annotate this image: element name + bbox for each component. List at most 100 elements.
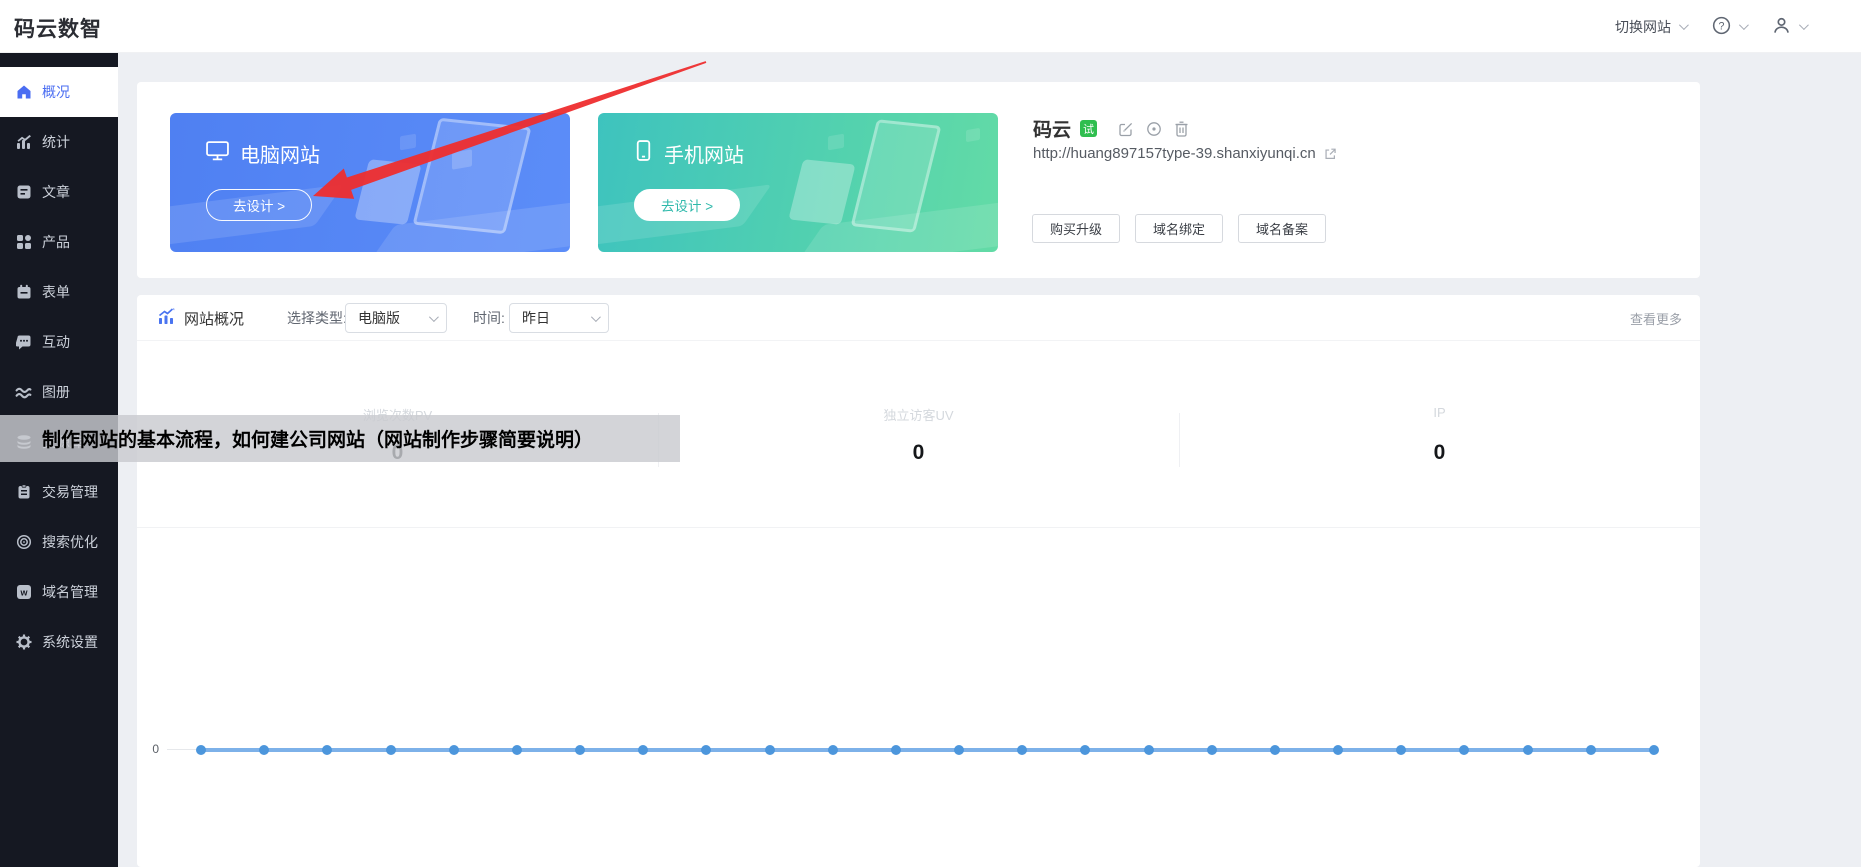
stat-divider <box>1179 413 1180 467</box>
sidebar-item-label: 表单 <box>42 284 70 300</box>
chart-point <box>575 745 586 755</box>
pc-design-button[interactable]: 去设计 > <box>206 189 313 221</box>
domain-w-icon: w <box>15 584 32 601</box>
chart-point <box>1459 745 1470 755</box>
svg-text:w: w <box>19 588 28 598</box>
sidebar-item-interaction[interactable]: 互动 <box>0 317 118 367</box>
sidebar-item-forms[interactable]: 表单 <box>0 267 118 317</box>
sidebar-item-overview[interactable]: 概况 <box>0 67 118 117</box>
overview-toolbar: 网站概况 选择类型: 电脑版 时间: 昨日 查看更多 <box>137 295 1700 341</box>
sidebar-item-stats[interactable]: 统计 <box>0 117 118 167</box>
mobile-design-button[interactable]: 去设计 > <box>634 189 741 221</box>
switch-site-label: 切换网站 <box>1615 18 1671 35</box>
pc-site-title: 电脑网站 <box>206 139 320 168</box>
target-icon <box>15 534 32 551</box>
time-select[interactable]: 昨日 <box>509 303 609 333</box>
bar-chart-icon <box>15 134 32 151</box>
chart-point <box>638 745 649 755</box>
sidebar-item-label: 系统设置 <box>42 634 98 650</box>
pc-site-card[interactable]: 电脑网站 去设计 > <box>170 113 570 252</box>
site-url-link[interactable]: http://huang897157type-39.shanxiyunqi.cn <box>1033 145 1337 162</box>
chevron-down-icon <box>428 311 439 322</box>
site-title-row: 码云 试 <box>1033 115 1189 142</box>
grid-icon <box>15 234 32 251</box>
form-icon <box>15 284 32 301</box>
upgrade-button[interactable]: 购买升级 <box>1032 214 1121 243</box>
bind-domain-button[interactable]: 域名绑定 <box>1135 214 1224 243</box>
sidebar-item-label: 交易管理 <box>42 484 98 500</box>
type-filter-label: 选择类型: <box>287 310 347 326</box>
chart-point <box>954 745 965 755</box>
card-decoration <box>400 133 416 151</box>
card-decoration <box>966 127 980 143</box>
chart-point <box>1585 745 1596 755</box>
switch-site-dropdown[interactable]: 切换网站 <box>1615 17 1689 37</box>
tooltip-text: 制作网站的基本流程，如何建公司网站（网站制作步骤简要说明） <box>42 430 594 451</box>
mobile-site-card[interactable]: 手机网站 去设计 > <box>598 113 998 252</box>
chat-icon <box>15 334 32 351</box>
card-decoration <box>452 149 472 170</box>
clipboard-icon <box>15 484 32 501</box>
document-icon <box>15 184 32 201</box>
dashboard-page: 码云数智 切换网站 ? 概况 统计 文章 产品 表单 互动 图册 交易管理 搜索… <box>0 0 1861 867</box>
site-name: 码云 <box>1033 120 1072 141</box>
chart-point <box>701 745 712 755</box>
sidebar-item-label: 图册 <box>42 384 70 400</box>
header-controls: 切换网站 ? <box>1615 0 1809 53</box>
sidebar-item-label: 产品 <box>42 234 70 250</box>
view-more-link[interactable]: 查看更多 <box>1630 295 1682 341</box>
sidebar-item-products[interactable]: 产品 <box>0 217 118 267</box>
external-link-icon <box>1325 148 1336 159</box>
sidebar-item-label: 搜索优化 <box>42 534 98 550</box>
delete-icon[interactable] <box>1174 121 1189 137</box>
chart-point <box>1143 745 1154 755</box>
chart-point <box>322 745 333 755</box>
sidebar-item-label: 概况 <box>42 84 70 100</box>
chart-point <box>1333 745 1344 755</box>
user-icon <box>1772 16 1791 38</box>
sidebar-item-domain[interactable]: w 域名管理 <box>0 567 118 617</box>
site-url: http://huang897157type-39.shanxiyunqi.cn <box>1033 145 1316 162</box>
site-action-icons <box>1118 121 1189 137</box>
chart-point <box>196 745 206 755</box>
sidebar-item-label: 文章 <box>42 184 70 200</box>
chart-point <box>1269 745 1280 755</box>
sidebar-item-seo[interactable]: 搜索优化 <box>0 517 118 567</box>
chart-point <box>448 745 459 755</box>
stat-value: 0 <box>1433 441 1446 464</box>
sidebar-item-settings[interactable]: 系统设置 <box>0 617 118 667</box>
chart-point <box>385 745 396 755</box>
preview-icon[interactable] <box>1146 121 1162 137</box>
sidebar-item-gallery[interactable]: 图册 <box>0 367 118 417</box>
help-dropdown[interactable]: ? <box>1712 16 1749 38</box>
home-icon <box>15 84 32 101</box>
sidebar-item-trade[interactable]: 交易管理 <box>0 467 118 517</box>
overview-title: 网站概况 <box>158 295 244 341</box>
chart-point <box>1206 745 1217 755</box>
phone-icon <box>634 140 653 167</box>
chart-point <box>259 745 270 755</box>
chart-point <box>764 745 775 755</box>
monitor-icon <box>206 140 229 167</box>
chart-point <box>827 745 838 755</box>
help-icon: ? <box>1712 16 1731 38</box>
chevron-down-icon <box>1798 20 1809 31</box>
chevron-down-icon <box>1678 20 1689 31</box>
domain-record-button[interactable]: 域名备案 <box>1238 214 1327 243</box>
type-select[interactable]: 电脑版 <box>345 303 447 333</box>
chart-point <box>1017 745 1028 755</box>
chart-dot-row <box>196 745 1659 755</box>
card-decoration <box>828 133 844 151</box>
top-header: 码云数智 切换网站 ? <box>0 0 1861 53</box>
chart-y-tick: 0 <box>152 742 159 756</box>
sidebar-item-articles[interactable]: 文章 <box>0 167 118 217</box>
account-dropdown[interactable] <box>1772 16 1809 38</box>
sidebar-item-label: 互动 <box>42 334 70 350</box>
stats-section-border <box>137 527 1700 528</box>
edit-icon[interactable] <box>1118 121 1134 137</box>
chart-point <box>890 745 901 755</box>
card-decoration <box>354 159 422 225</box>
chart-point <box>1080 745 1091 755</box>
trial-badge: 试 <box>1080 120 1098 137</box>
chart-point <box>1522 745 1533 755</box>
